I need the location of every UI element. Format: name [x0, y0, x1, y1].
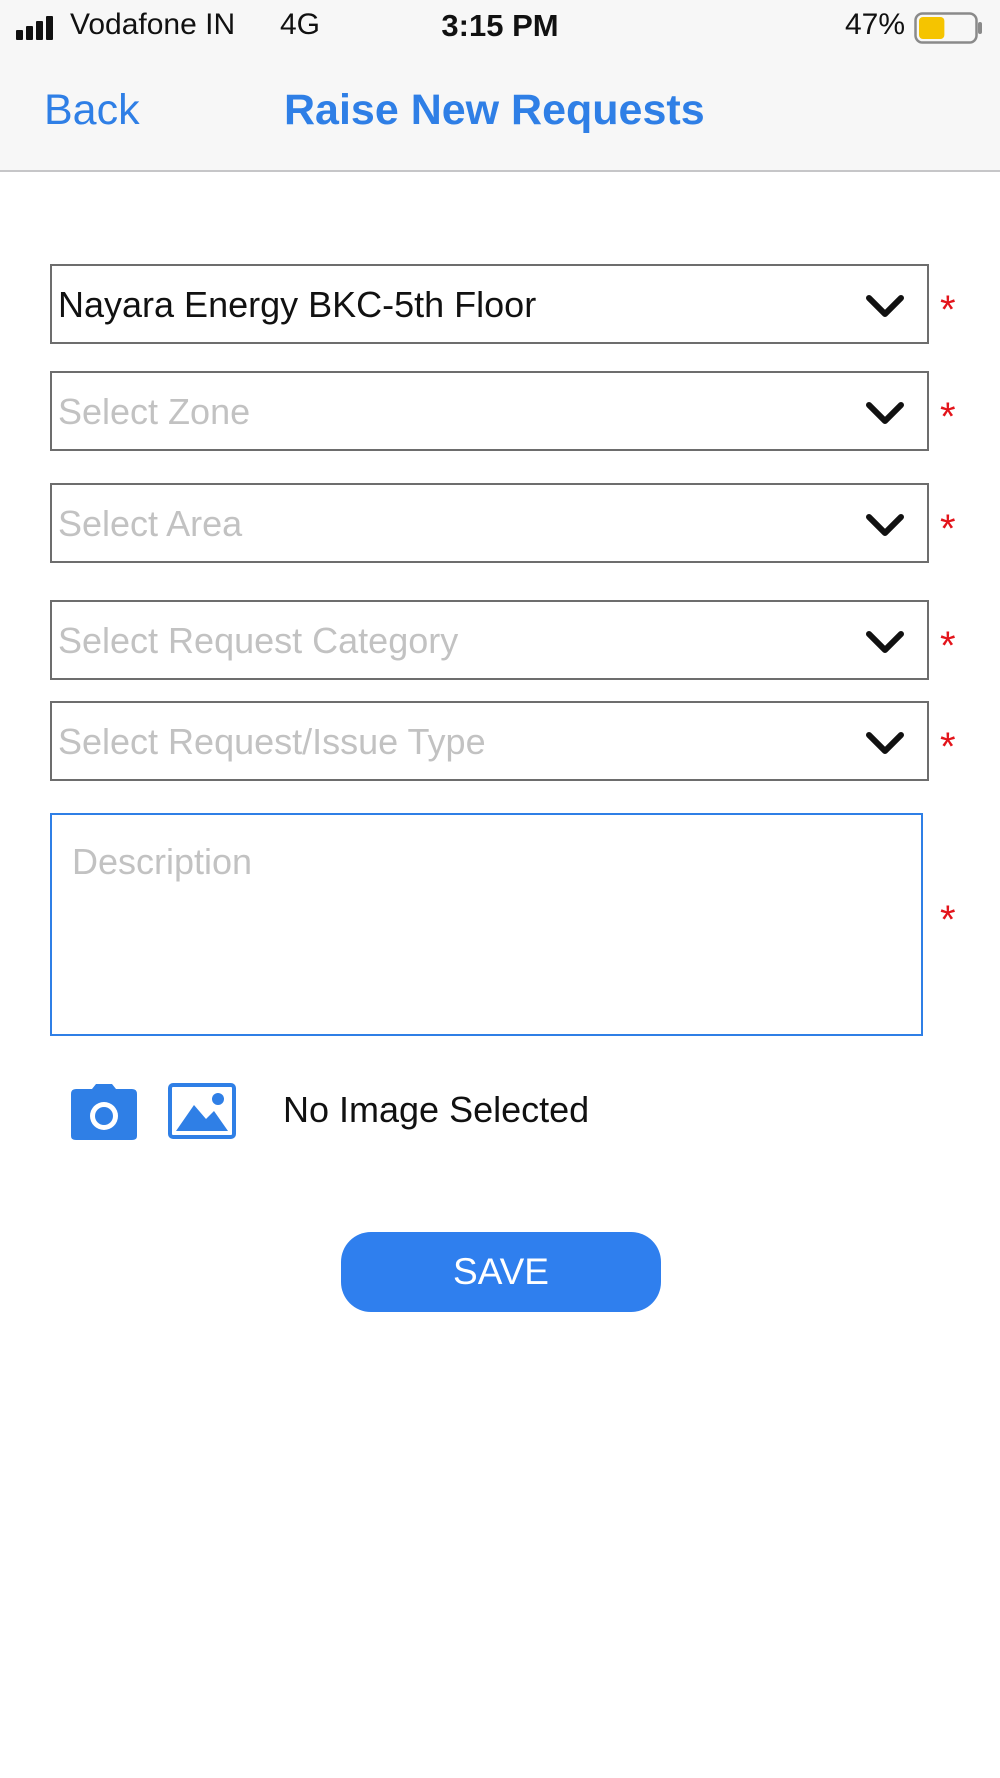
area-select-placeholder: Select Area [58, 503, 243, 544]
required-asterisk: * [940, 624, 956, 668]
save-button[interactable]: SAVE [341, 1232, 661, 1312]
chevron-down-icon [866, 732, 904, 754]
request-type-select[interactable]: Select Request/Issue Type [50, 701, 929, 781]
camera-icon[interactable] [70, 1083, 138, 1141]
required-asterisk: * [940, 725, 956, 769]
chevron-down-icon [866, 514, 904, 536]
required-asterisk: * [940, 395, 956, 439]
zone-select[interactable]: Select Zone [50, 371, 929, 451]
location-select[interactable]: Nayara Energy BKC-5th Floor [50, 264, 929, 344]
chevron-down-icon [866, 402, 904, 424]
status-bar: Vodafone IN 4G 3:15 PM 47% [0, 0, 1000, 56]
request-category-placeholder: Select Request Category [58, 620, 459, 661]
battery-percent: 47% [844, 8, 905, 41]
navigation-bar: Back Raise New Requests [0, 56, 1000, 172]
request-category-select[interactable]: Select Request Category [50, 600, 929, 680]
battery-icon [914, 12, 982, 44]
required-asterisk: * [940, 898, 956, 942]
back-button[interactable]: Back [44, 86, 140, 135]
page-title: Raise New Requests [284, 86, 705, 134]
description-placeholder: Description [72, 841, 253, 882]
area-select[interactable]: Select Area [50, 483, 929, 563]
image-status-text: No Image Selected [283, 1089, 590, 1130]
location-select-value: Nayara Energy BKC-5th Floor [58, 284, 537, 325]
required-asterisk: * [940, 288, 956, 332]
chevron-down-icon [866, 631, 904, 653]
zone-select-placeholder: Select Zone [58, 391, 251, 432]
required-asterisk: * [940, 507, 956, 551]
description-textarea[interactable]: Description [50, 813, 923, 1036]
chevron-down-icon [866, 295, 904, 317]
image-icon[interactable] [168, 1083, 236, 1139]
request-type-placeholder: Select Request/Issue Type [58, 721, 486, 762]
